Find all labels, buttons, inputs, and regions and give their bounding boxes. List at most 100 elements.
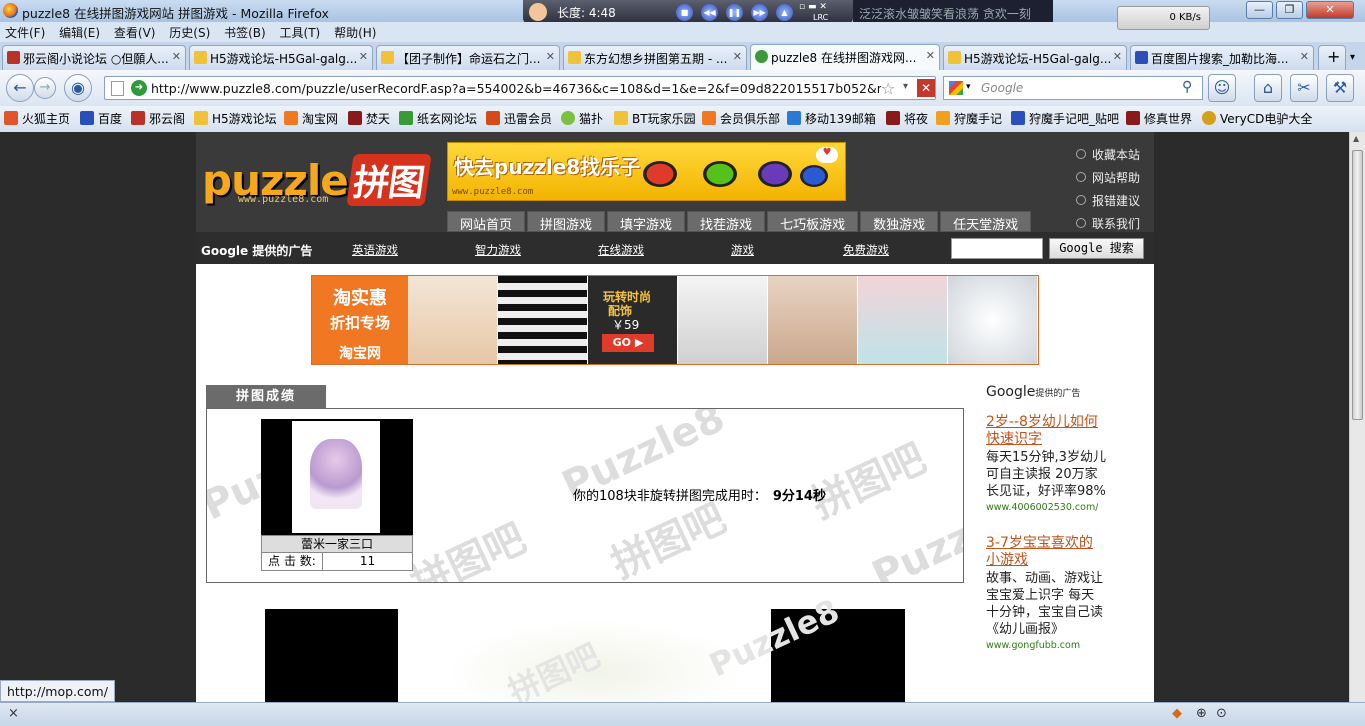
bookmark-item[interactable]: 纸玄网论坛 bbox=[399, 110, 477, 127]
tab-close-icon[interactable]: ✕ bbox=[926, 49, 935, 62]
lock-icon[interactable]: ⊙ bbox=[1216, 706, 1227, 721]
product-image[interactable] bbox=[768, 276, 857, 364]
rewind-icon[interactable]: ◀◀ bbox=[701, 4, 718, 21]
bookmark-item[interactable]: 狩魔手记吧_贴吧 bbox=[1011, 110, 1119, 127]
puzzle-thumbnail[interactable] bbox=[261, 419, 413, 535]
product-image[interactable] bbox=[408, 276, 497, 364]
zoom-icon[interactable]: ⊕ bbox=[1196, 706, 1207, 721]
tab-close-icon[interactable]: ✕ bbox=[733, 50, 742, 63]
bookmark-item[interactable]: 百度 bbox=[80, 110, 122, 127]
side-ad-url[interactable]: www.4006002530.com/sh bbox=[986, 502, 1098, 513]
nav-sudoku[interactable]: 数独游戏 bbox=[860, 211, 939, 233]
ad-link[interactable]: 免费游戏 bbox=[843, 242, 889, 258]
ad-link[interactable]: 智力游戏 bbox=[475, 242, 521, 258]
back-button[interactable]: ← bbox=[6, 74, 34, 102]
bookmark-item[interactable]: 邪云阁 bbox=[131, 110, 185, 127]
status-close-icon[interactable]: × bbox=[8, 706, 19, 721]
forward-button[interactable]: → bbox=[34, 77, 56, 99]
ad-link[interactable]: 游戏 bbox=[731, 242, 754, 258]
scrollbar-thumb[interactable] bbox=[1352, 150, 1363, 420]
pause-icon[interactable]: ❚❚ bbox=[726, 4, 743, 21]
product-image[interactable] bbox=[948, 276, 1037, 364]
lrc-label[interactable]: LRC bbox=[813, 13, 828, 22]
nav-tangram[interactable]: 七巧板游戏 bbox=[767, 211, 859, 233]
bookmark-item[interactable]: VeryCD电驴大全 bbox=[1202, 110, 1312, 127]
tab-1[interactable]: H5游戏论坛-H5Gal-galg... ✕ bbox=[189, 45, 373, 70]
url-bar[interactable]: ➜ http://www.puzzle8.com/puzzle/userReco… bbox=[104, 76, 936, 100]
ad-link[interactable]: 英语游戏 bbox=[352, 242, 398, 258]
home-page-icon[interactable]: ◉ bbox=[64, 74, 92, 102]
menu-file[interactable]: 文件(F) bbox=[0, 22, 50, 43]
close-window-button[interactable]: ✕ bbox=[1306, 1, 1354, 19]
puzzle-title[interactable]: 蕾米一家三口 bbox=[261, 535, 413, 553]
link-contact[interactable]: 联系我们 bbox=[1074, 215, 1140, 232]
bookmark-star-icon[interactable]: ☆ bbox=[881, 79, 895, 98]
link-site-help[interactable]: 网站帮助 bbox=[1074, 169, 1140, 186]
tab-close-icon[interactable]: ✕ bbox=[172, 50, 181, 63]
search-bar[interactable]: ▾ Google ⚲ bbox=[943, 76, 1203, 100]
promo-go-button[interactable]: GO ▶ bbox=[602, 334, 654, 352]
nav-nintendo[interactable]: 任天堂游戏 bbox=[940, 211, 1032, 233]
nav-home[interactable]: 网站首页 bbox=[447, 211, 526, 233]
menu-bookmarks[interactable]: 书签(B) bbox=[219, 22, 271, 43]
taobao-ad[interactable]: 淘实惠 折扣专场 淘宝网 玩转时尚 配饰 ￥59 GO ▶ bbox=[311, 275, 1039, 365]
site-identity-icon[interactable]: ➜ bbox=[131, 80, 147, 96]
bookmark-item[interactable]: 淘宝网 bbox=[284, 110, 338, 127]
menu-tools[interactable]: 工具(T) bbox=[275, 22, 326, 43]
product-promo[interactable]: 玩转时尚 配饰 ￥59 GO ▶ bbox=[588, 276, 677, 364]
nav-jigsaw[interactable]: 拼图游戏 bbox=[527, 211, 606, 233]
bookmark-item[interactable]: 移动139邮箱 bbox=[787, 110, 876, 127]
tab-6[interactable]: 百度图片搜索_加勒比海... ✕ bbox=[1130, 45, 1314, 70]
bookmark-item[interactable]: 火狐主页 bbox=[4, 110, 70, 127]
eject-icon[interactable]: ▲ bbox=[776, 4, 793, 21]
tools-icon[interactable]: ⚒ bbox=[1326, 74, 1354, 102]
side-ad[interactable]: 2岁--8岁幼儿如何快速识字 每天15分钟,3岁幼儿可自主读报 20万家长见证，… bbox=[986, 414, 1106, 513]
tab-close-icon[interactable]: ✕ bbox=[359, 50, 368, 63]
product-image[interactable] bbox=[858, 276, 947, 364]
minimize-button[interactable]: — bbox=[1246, 1, 1273, 19]
google-search-button[interactable]: Google 搜索 bbox=[1049, 238, 1144, 259]
fox-status-icon[interactable]: ◆ bbox=[1172, 706, 1182, 721]
google-search-input[interactable] bbox=[951, 238, 1043, 259]
banner-ad[interactable]: 快去puzzle8找乐子 www.puzzle8.com ♥ bbox=[447, 142, 846, 201]
tab-5[interactable]: H5游戏论坛-H5Gal-galg... ✕ bbox=[943, 45, 1127, 70]
tab-close-icon[interactable]: ✕ bbox=[1300, 50, 1309, 63]
product-image[interactable] bbox=[678, 276, 767, 364]
url-text[interactable]: http://www.puzzle8.com/puzzle/userRecord… bbox=[151, 81, 881, 96]
tab-4-active[interactable]: puzzle8 在线拼图游戏网... ✕ bbox=[750, 44, 940, 70]
engine-dropdown-icon[interactable]: ▾ bbox=[966, 82, 971, 92]
new-tab-button[interactable]: + bbox=[1318, 45, 1346, 70]
nav-spot-difference[interactable]: 找茬游戏 bbox=[687, 211, 766, 233]
addon-icon[interactable]: ☺ bbox=[1208, 74, 1236, 102]
scroll-up-icon[interactable]: ▲ bbox=[1353, 134, 1359, 143]
side-ad-url[interactable]: www.gongfubb.com bbox=[986, 640, 1098, 651]
bookmark-item[interactable]: 焚天 bbox=[348, 110, 390, 127]
side-ad-title[interactable]: 3-7岁宝宝喜欢的小游戏 bbox=[986, 535, 1106, 569]
menu-view[interactable]: 查看(V) bbox=[109, 22, 161, 43]
link-report-error[interactable]: 报错建议 bbox=[1074, 192, 1140, 209]
bookmark-item[interactable]: 猫扑 bbox=[561, 110, 603, 127]
music-player[interactable]: 长度: 4:48 ■ ◀◀ ❚❚ ▶▶ ▲ ▫ ▬ ✕ LRC bbox=[523, 0, 853, 24]
forward-icon[interactable]: ▶▶ bbox=[751, 4, 768, 21]
player-mini-buttons[interactable]: ▫ ▬ ✕ bbox=[799, 2, 827, 12]
search-placeholder[interactable]: Google bbox=[981, 81, 1023, 95]
stop-icon[interactable]: ■ bbox=[676, 4, 693, 21]
url-dropdown-icon[interactable]: ▾ bbox=[903, 81, 908, 92]
tab-3[interactable]: 东方幻想乡拼图第五期 - ... ✕ bbox=[563, 45, 747, 70]
ad-link[interactable]: 在线游戏 bbox=[598, 242, 644, 258]
bookmark-item[interactable]: 狩魔手记 bbox=[936, 110, 1002, 127]
link-bookmark-site[interactable]: 收藏本站 bbox=[1074, 146, 1140, 163]
puzzle-thumbnail-image[interactable] bbox=[292, 421, 380, 533]
side-ad-title[interactable]: 2岁--8岁幼儿如何快速识字 bbox=[986, 414, 1106, 448]
tab-list-icon[interactable]: ▾ bbox=[1350, 52, 1355, 63]
product-image[interactable] bbox=[498, 276, 587, 364]
scissors-icon[interactable]: ✂ bbox=[1290, 74, 1318, 102]
bookmark-item[interactable]: H5游戏论坛 bbox=[194, 110, 277, 127]
bookmark-item[interactable]: 将夜 bbox=[886, 110, 928, 127]
bookmark-item[interactable]: 迅雷会员 bbox=[486, 110, 552, 127]
maximize-button[interactable]: ❐ bbox=[1276, 1, 1303, 19]
bookmark-item[interactable]: 修真世界 bbox=[1126, 110, 1192, 127]
bookmark-item[interactable]: BT玩家乐园 bbox=[614, 110, 696, 127]
menu-history[interactable]: 历史(S) bbox=[164, 22, 215, 43]
tab-2[interactable]: 【团子制作】命运石之门... ✕ bbox=[376, 45, 560, 70]
